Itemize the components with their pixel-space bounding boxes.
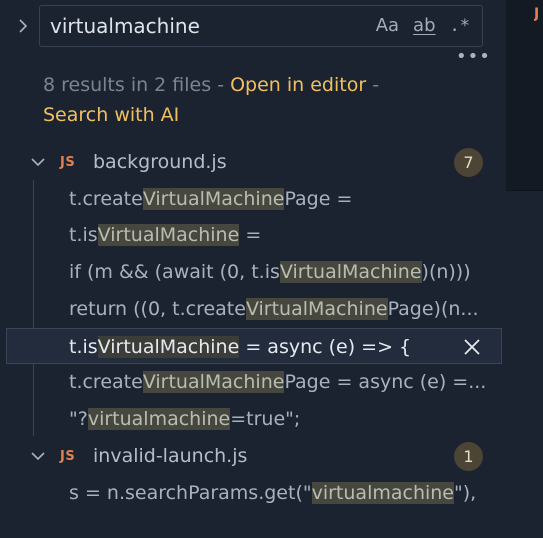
- match-whole-word-toggle[interactable]: ab: [413, 17, 435, 35]
- match-highlight: virtualmachine: [87, 408, 231, 430]
- file-name: invalid-launch.js: [93, 445, 248, 467]
- match-context-before: t.is: [69, 224, 98, 246]
- match-highlight: VirtualMachine: [97, 224, 240, 246]
- search-result-line[interactable]: s = n.searchParams.get("virtualmachine")…: [0, 475, 506, 511]
- match-highlight: virtualmachine: [311, 482, 454, 504]
- match-context-after: )(n))): [421, 261, 471, 283]
- file-row-invalid-launch-js[interactable]: JS invalid-launch.js 1: [0, 441, 506, 471]
- match-context-before: return ((0, t.create: [69, 298, 246, 320]
- match-count-badge: 1: [454, 441, 483, 471]
- use-regex-toggle[interactable]: .*: [450, 17, 470, 35]
- match-case-toggle[interactable]: Aa: [376, 17, 399, 35]
- search-box: Aa ab .*: [39, 5, 483, 47]
- search-input[interactable]: [40, 6, 376, 46]
- match-context-after: Page =: [284, 188, 353, 210]
- match-context-after: =: [239, 224, 262, 246]
- results-summary: 8 results in 2 files - Open in editor - …: [43, 70, 503, 130]
- match-context-before: "?: [69, 408, 88, 430]
- match-highlight: VirtualMachine: [97, 336, 240, 358]
- open-in-editor-link[interactable]: Open in editor: [230, 74, 366, 96]
- match-context-after: Page = async (e) =...: [284, 371, 487, 393]
- match-context-before: t.is: [69, 336, 98, 358]
- search-panel: J Aa ab .* ••• 8 results in 2 files - Op…: [0, 0, 543, 538]
- js-file-icon: JS: [60, 154, 76, 170]
- match-context-after: Page)(n...: [387, 298, 479, 320]
- file-name: background.js: [93, 151, 227, 173]
- search-result-line[interactable]: "?virtualmachine=true";: [0, 401, 506, 437]
- dismiss-result-button[interactable]: [462, 337, 482, 357]
- summary-separator: -: [211, 74, 231, 96]
- js-file-icon: JS: [60, 448, 76, 464]
- match-context-before: s = n.searchParams.get(": [69, 482, 312, 504]
- search-result-line[interactable]: if (m && (await (0, t.isVirtualMachine)(…: [0, 254, 506, 290]
- file-row-background-js[interactable]: JS background.js 7: [0, 147, 506, 177]
- match-context-after: = async (e) => {: [239, 336, 412, 358]
- editor-edge-glyph: J: [534, 6, 540, 22]
- search-result-line[interactable]: t.createVirtualMachinePage =: [0, 181, 506, 217]
- toggle-replace-button[interactable]: [14, 14, 32, 38]
- chevron-down-icon[interactable]: [28, 152, 48, 172]
- editor-edge: J: [506, 0, 543, 191]
- match-highlight: VirtualMachine: [245, 298, 388, 320]
- more-icon[interactable]: •••: [456, 48, 490, 68]
- match-context-after: =true";: [230, 408, 301, 430]
- search-result-line[interactable]: t.createVirtualMachinePage = async (e) =…: [0, 364, 506, 400]
- chevron-down-icon[interactable]: [28, 446, 48, 466]
- match-context-before: if (m && (await (0, t.is: [69, 261, 280, 283]
- search-result-line[interactable]: return ((0, t.createVirtualMachinePage)(…: [0, 291, 506, 327]
- search-with-ai-link[interactable]: Search with AI: [43, 104, 179, 126]
- summary-separator: -: [366, 74, 380, 96]
- match-highlight: VirtualMachine: [279, 261, 422, 283]
- match-highlight: VirtualMachine: [142, 188, 285, 210]
- search-result-line[interactable]: t.isVirtualMachine =: [0, 217, 506, 253]
- results-count: 8 results in 2 files: [43, 74, 212, 96]
- chevron-right-icon: [19, 19, 28, 33]
- match-count-badge: 7: [454, 147, 483, 177]
- search-result-line-selected[interactable]: t.isVirtualMachine = async (e) => {: [6, 328, 502, 364]
- close-icon: [464, 339, 480, 355]
- match-context-before: t.create: [69, 371, 143, 393]
- match-context-before: t.create: [69, 188, 143, 210]
- match-highlight: VirtualMachine: [142, 371, 285, 393]
- match-context-after: "),: [454, 482, 477, 504]
